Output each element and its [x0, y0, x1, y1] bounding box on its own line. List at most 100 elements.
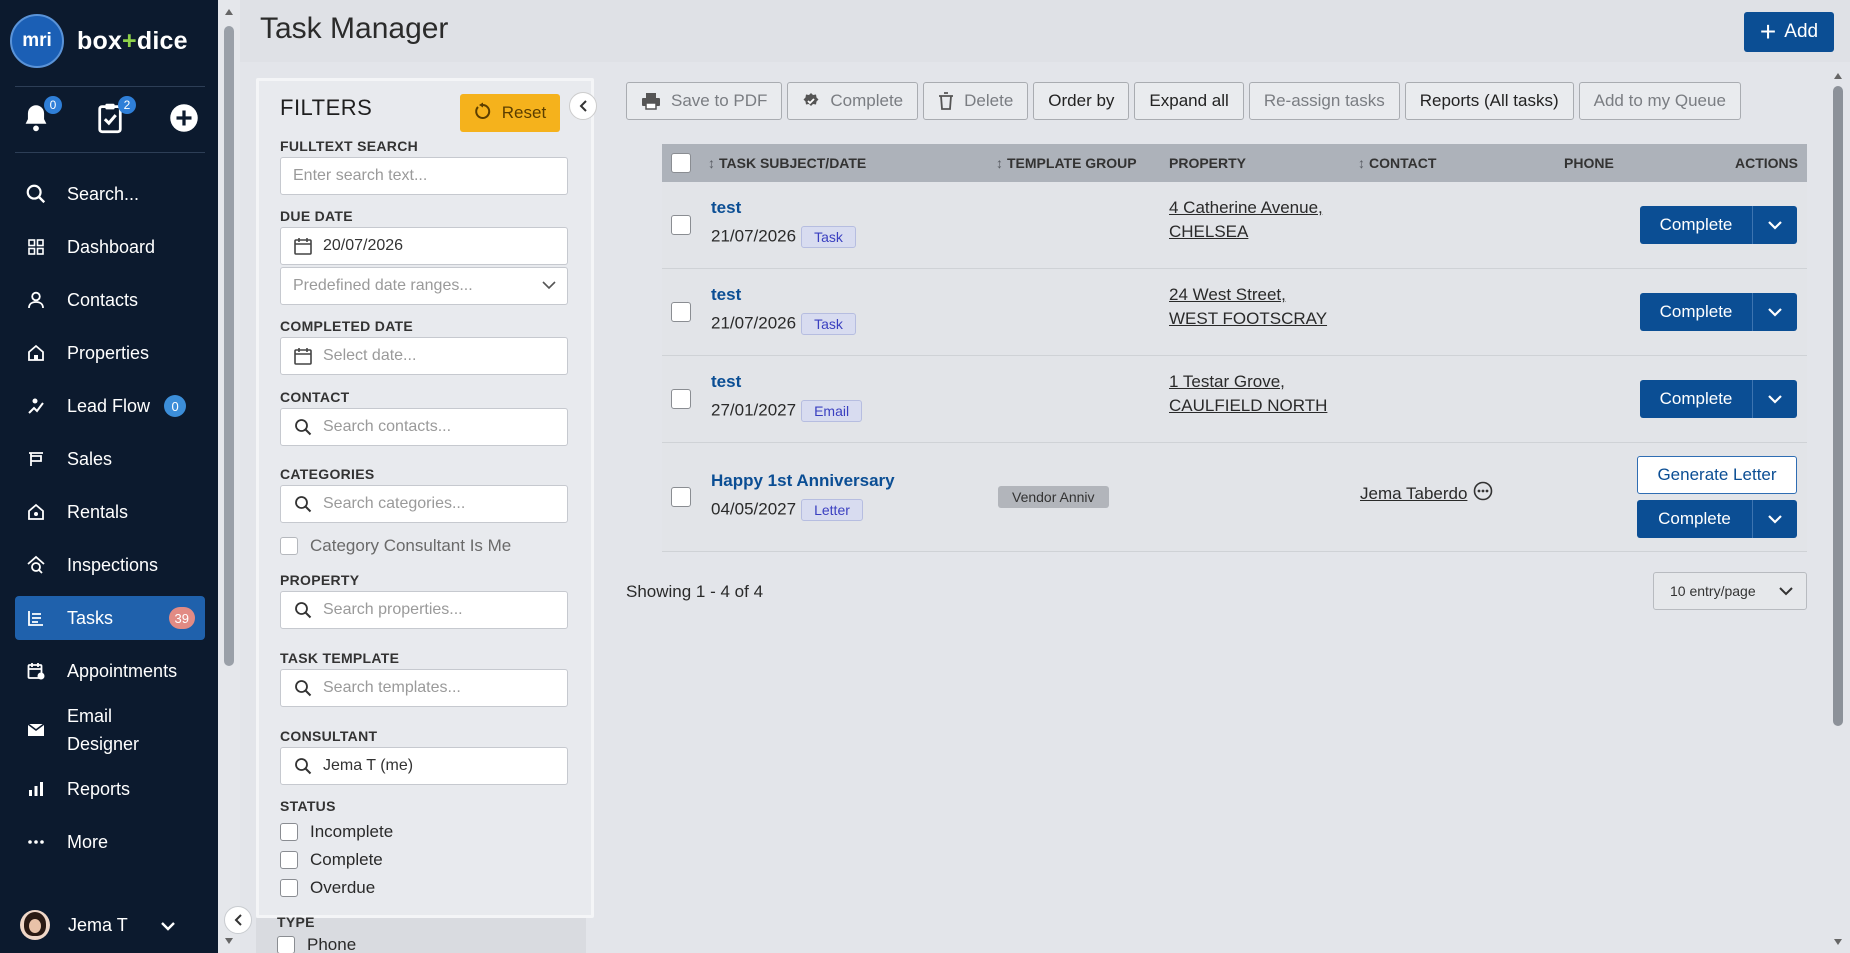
quick-add-button[interactable]: [166, 98, 202, 138]
my-tasks-button[interactable]: 2: [92, 96, 136, 138]
main-scrollbar[interactable]: [1828, 66, 1848, 953]
checkbox[interactable]: [280, 851, 298, 869]
chevron-down-icon[interactable]: [1753, 514, 1797, 524]
sidebar-scrollbar[interactable]: [218, 0, 240, 953]
sidebar-item-appointments[interactable]: Appointments: [15, 649, 205, 693]
complete-task-button[interactable]: Complete: [1640, 293, 1797, 331]
sidebar-item-label: Properties: [67, 342, 150, 363]
chevron-down-icon[interactable]: [1753, 394, 1797, 404]
type-phone-checkbox[interactable]: Phone: [277, 935, 356, 953]
sort-icon: ↕: [996, 155, 1003, 171]
categories-placeholder: Search categories...: [323, 495, 466, 512]
order-by-button[interactable]: Order by: [1033, 82, 1130, 120]
sidebar-item-email-designer[interactable]: Email Designer: [15, 702, 205, 758]
status-option-label: Incomplete: [310, 822, 394, 841]
reports-all-tasks-button[interactable]: Reports (All tasks): [1404, 82, 1574, 120]
sidebar-item-rentals[interactable]: Rentals: [15, 490, 205, 534]
add-button[interactable]: + Add: [1744, 12, 1834, 52]
categories-search-input[interactable]: Search categories...: [280, 485, 568, 523]
column-header-phone: PHONE: [1564, 155, 1614, 171]
search-icon: [293, 756, 313, 776]
complete-task-button[interactable]: Complete: [1640, 380, 1797, 418]
row-checkbox[interactable]: [671, 215, 691, 235]
checkbox[interactable]: [280, 879, 298, 897]
property-link[interactable]: 24 West Street, WEST FOOTSCRAY: [1169, 283, 1327, 331]
complete-task-button[interactable]: Complete: [1640, 206, 1797, 244]
consultant-search-input[interactable]: Jema T (me): [280, 747, 568, 785]
task-subject-link[interactable]: Happy 1st Anniversary: [711, 471, 895, 491]
sidebar-item-label: Tasks: [67, 607, 114, 628]
property-label: PROPERTY: [280, 572, 360, 588]
notifications-button[interactable]: 0: [18, 96, 62, 138]
completed-date-input[interactable]: Select date...: [280, 337, 568, 375]
tasks-badge: 39: [168, 607, 195, 629]
contact-link[interactable]: Jema Taberdo: [1360, 484, 1467, 504]
complete-task-button[interactable]: Complete: [1637, 500, 1797, 538]
date-range-select[interactable]: Predefined date ranges...: [280, 267, 568, 305]
brand[interactable]: mri box+dice: [10, 14, 188, 68]
expand-all-label: Expand all: [1149, 91, 1229, 110]
column-header-contact[interactable]: ↕ CONTACT: [1358, 155, 1436, 171]
row-checkbox[interactable]: [671, 487, 691, 507]
task-subject-link[interactable]: test: [711, 372, 741, 392]
checkbox[interactable]: [280, 537, 298, 555]
sidebar-item-lead-flow[interactable]: Lead Flow 0: [15, 384, 205, 428]
task-date: 27/01/2027 Email: [711, 400, 863, 422]
task-subject-link[interactable]: test: [711, 285, 741, 305]
scrollbar-thumb[interactable]: [224, 26, 234, 666]
checkbox[interactable]: [280, 823, 298, 841]
sidebar-item-contacts[interactable]: Contacts: [15, 278, 205, 322]
column-header-template-group[interactable]: ↕ TEMPLATE GROUP: [996, 155, 1137, 171]
property-link[interactable]: 4 Catherine Avenue, CHELSEA: [1169, 196, 1323, 244]
sidebar-item-label: Sales: [67, 448, 113, 469]
user-menu[interactable]: Jema T: [20, 910, 176, 940]
scrollbar-thumb[interactable]: [1833, 86, 1843, 726]
scroll-up-icon: [225, 9, 233, 15]
chevron-down-icon[interactable]: [1753, 307, 1797, 317]
task-date: 21/07/2026 Task: [711, 226, 856, 248]
sidebar-item-properties[interactable]: Properties: [15, 331, 205, 375]
status-option-label: Overdue: [310, 878, 376, 897]
table-header: ↕ TASK SUBJECT/DATE ↕ TEMPLATE GROUP PROPE…: [662, 144, 1807, 182]
expand-all-button[interactable]: Expand all: [1134, 82, 1244, 120]
sidebar-item-reports[interactable]: Reports: [15, 767, 205, 811]
complete-selected-button[interactable]: Complete: [787, 82, 919, 120]
contact-search-input[interactable]: Search contacts...: [280, 408, 568, 446]
delete-button[interactable]: Delete: [923, 82, 1029, 120]
sidebar-item-inspections[interactable]: Inspections: [15, 543, 205, 587]
task-template-search-input[interactable]: Search templates...: [280, 669, 568, 707]
chevron-down-icon[interactable]: [1753, 220, 1797, 230]
collapse-filters-button[interactable]: [569, 92, 597, 120]
column-header-subject[interactable]: ↕ TASK SUBJECT/DATE: [708, 155, 866, 171]
status-overdue-checkbox[interactable]: Overdue: [280, 878, 375, 898]
generate-letter-button[interactable]: Generate Letter: [1637, 456, 1797, 494]
save-to-pdf-button[interactable]: Save to PDF: [626, 82, 783, 120]
sidebar-item-search[interactable]: Search...: [15, 172, 205, 216]
property-link[interactable]: 1 Testar Grove, CAULFIELD NORTH: [1169, 370, 1327, 418]
inspections-icon: [25, 554, 47, 576]
sidebar-item-sales[interactable]: Sales: [15, 437, 205, 481]
sort-icon: ↕: [1358, 155, 1365, 171]
category-consultant-checkbox[interactable]: Category Consultant Is Me: [280, 536, 511, 556]
status-complete-checkbox[interactable]: Complete: [280, 850, 383, 870]
task-subject-link[interactable]: test: [711, 198, 741, 218]
select-all-checkbox[interactable]: [671, 153, 691, 173]
sidebar-item-more[interactable]: More: [15, 820, 205, 864]
sidebar-item-dashboard[interactable]: Dashboard: [15, 225, 205, 269]
reassign-tasks-button[interactable]: Re-assign tasks: [1248, 82, 1400, 120]
status-option-label: Complete: [310, 850, 383, 869]
entries-per-page-select[interactable]: 10 entry/page: [1653, 572, 1807, 610]
sidebar-item-tasks[interactable]: Tasks 39: [15, 596, 205, 640]
row-checkbox[interactable]: [671, 302, 691, 322]
add-to-queue-button[interactable]: Add to my Queue: [1578, 82, 1741, 120]
due-date-input[interactable]: 20/07/2026: [280, 227, 568, 265]
brand-name: box+dice: [77, 26, 188, 55]
reset-filters-button[interactable]: Reset: [460, 94, 560, 132]
fulltext-search-input[interactable]: Enter search text...: [280, 157, 568, 195]
collapse-sidebar-button[interactable]: [224, 906, 252, 934]
status-incomplete-checkbox[interactable]: Incomplete: [280, 822, 393, 842]
more-options-icon[interactable]: [1473, 481, 1493, 506]
row-checkbox[interactable]: [671, 389, 691, 409]
checkbox[interactable]: [277, 936, 295, 953]
property-search-input[interactable]: Search properties...: [280, 591, 568, 629]
